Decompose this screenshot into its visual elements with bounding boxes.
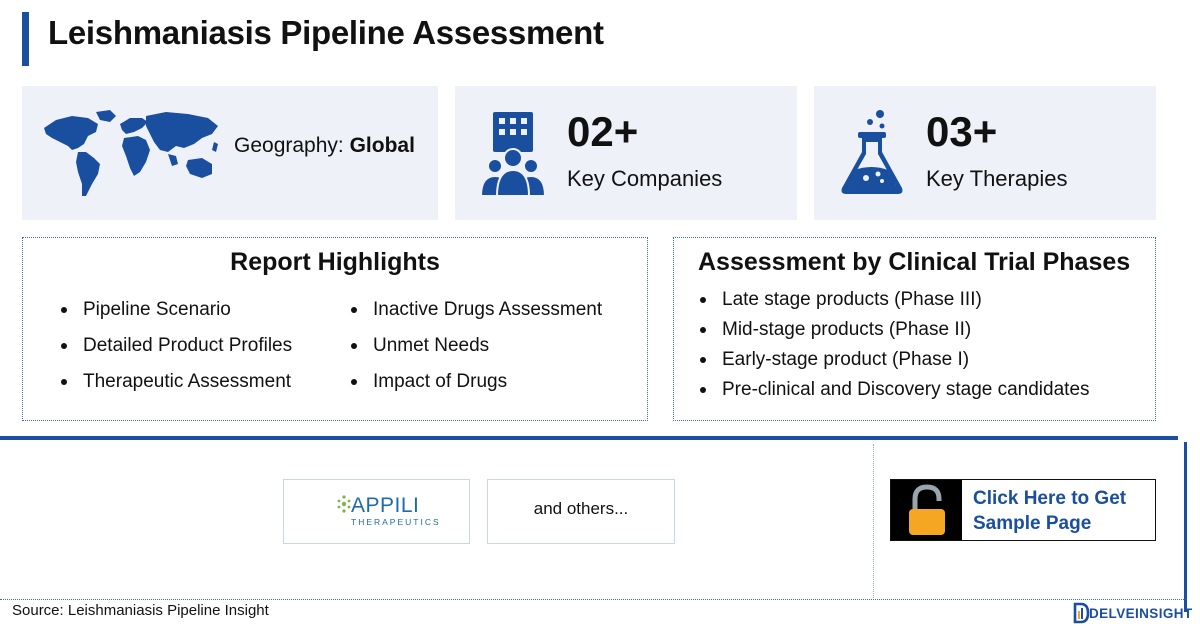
section-divider-edge	[1184, 442, 1187, 612]
clinical-phases-panel: Assessment by Clinical Trial Phases Late…	[673, 237, 1156, 421]
list-item: Detailed Product Profiles	[59, 334, 292, 370]
list-item: Early-stage product (Phase I)	[698, 348, 1090, 378]
page-title: Leishmaniasis Pipeline Assessment	[48, 14, 604, 51]
report-highlights-panel: Report Highlights Pipeline Scenario Deta…	[22, 237, 648, 421]
clinical-phases-title: Assessment by Clinical Trial Phases	[698, 248, 1131, 276]
appili-logo-text: APPILI	[351, 494, 420, 517]
list-item: Therapeutic Assessment	[59, 370, 292, 406]
phases-list: Late stage products (Phase III) Mid-stag…	[698, 288, 1090, 408]
geography-text: Geography: Global	[234, 134, 415, 157]
vertical-divider	[873, 444, 874, 598]
therapies-count: 03+	[926, 108, 998, 155]
delveinsight-logo-text: DELVEINSIGHT	[1089, 606, 1193, 621]
companies-label: Key Companies	[567, 166, 723, 191]
therapies-label: Key Therapies	[926, 166, 1068, 191]
geography-card: Geography: Global	[22, 86, 438, 220]
title-accent-bar	[22, 12, 29, 66]
building-people-icon	[479, 112, 547, 196]
appili-logo-subtext: THERAPEUTICS	[351, 517, 441, 527]
others-card: and others...	[487, 479, 675, 544]
list-item: Pipeline Scenario	[59, 298, 292, 334]
list-item: Mid-stage products (Phase II)	[698, 318, 1090, 348]
delveinsight-mark-icon	[1073, 602, 1090, 624]
highlights-list-right: Inactive Drugs Assessment Unmet Needs Im…	[349, 298, 602, 406]
therapies-card: 03+ Key Therapies	[814, 86, 1156, 220]
report-highlights-title: Report Highlights	[230, 248, 440, 276]
list-item: Late stage products (Phase III)	[698, 288, 1090, 318]
appili-logo-card: APPILI THERAPEUTICS	[283, 479, 470, 544]
others-text: and others...	[533, 499, 629, 518]
flask-icon	[841, 110, 903, 194]
list-item: Pre-clinical and Discovery stage candida…	[698, 378, 1090, 408]
section-divider	[0, 436, 1178, 440]
unlock-icon	[909, 484, 945, 535]
sample-page-button[interactable]: Click Here to Get Sample Page	[890, 479, 1156, 541]
companies-count: 02+	[567, 108, 639, 155]
list-item: Unmet Needs	[349, 334, 602, 370]
sample-page-label: Click Here to Get Sample Page	[973, 488, 1127, 534]
list-item: Impact of Drugs	[349, 370, 602, 406]
cta-icon-box	[891, 480, 962, 540]
footer-divider	[0, 599, 1186, 600]
source-text: Source: Leishmaniasis Pipeline Insight	[12, 602, 269, 619]
companies-card: 02+ Key Companies	[455, 86, 797, 220]
list-item: Inactive Drugs Assessment	[349, 298, 602, 334]
highlights-list-left: Pipeline Scenario Detailed Product Profi…	[59, 298, 292, 406]
appili-dots-icon	[337, 495, 351, 513]
world-map-icon	[44, 110, 218, 196]
